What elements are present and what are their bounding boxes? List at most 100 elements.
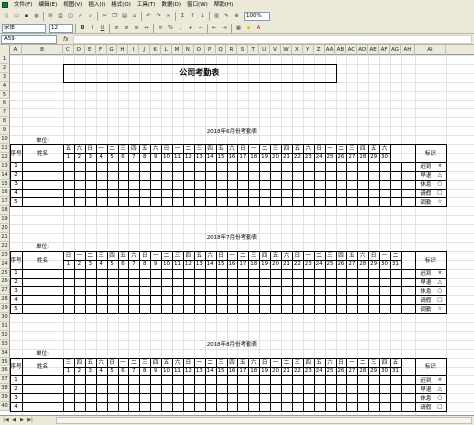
menu-item-6[interactable]: 数据(D) bbox=[162, 0, 182, 10]
column-header-h[interactable]: H bbox=[118, 45, 129, 55]
column-header-v[interactable]: V bbox=[270, 45, 281, 55]
save-icon[interactable]: ▪ bbox=[22, 12, 31, 21]
column-header-z[interactable]: Z bbox=[314, 45, 325, 55]
sort-ascending-icon[interactable]: ↑ bbox=[188, 12, 197, 21]
row-header-20[interactable]: 20 bbox=[0, 224, 10, 233]
row-header-8[interactable]: 8 bbox=[0, 117, 10, 127]
print-icon[interactable]: ⎙ bbox=[56, 12, 65, 21]
column-header-i[interactable]: I bbox=[128, 45, 140, 55]
column-header-x[interactable]: X bbox=[292, 45, 303, 55]
row-header-18[interactable]: 18 bbox=[0, 206, 10, 216]
currency-icon[interactable]: ¤ bbox=[156, 24, 165, 33]
column-header-g[interactable]: G bbox=[107, 45, 118, 55]
decrease-decimal-icon[interactable]: − bbox=[196, 24, 205, 33]
underline-icon[interactable]: U bbox=[98, 24, 107, 33]
menu-item-0[interactable]: 文件(F) bbox=[14, 0, 32, 10]
column-header-l[interactable]: L bbox=[161, 45, 172, 55]
column-header-f[interactable]: F bbox=[96, 45, 107, 55]
spelling-icon[interactable]: ✓ bbox=[76, 12, 85, 21]
column-header-af[interactable]: AF bbox=[379, 45, 390, 55]
row-header-40[interactable]: 40 bbox=[0, 402, 10, 411]
column-header-j[interactable]: J bbox=[139, 45, 151, 55]
column-header-aa[interactable]: AA bbox=[325, 45, 336, 55]
permission-icon[interactable]: ◍ bbox=[32, 12, 41, 21]
autosum-icon[interactable]: Σ bbox=[178, 12, 187, 21]
row-header-37[interactable]: 37 bbox=[0, 375, 10, 385]
decrease-indent-icon[interactable]: ⇤ bbox=[210, 24, 219, 33]
column-header-a[interactable]: A bbox=[10, 45, 22, 55]
column-header-k[interactable]: K bbox=[150, 45, 162, 55]
row-header-38[interactable]: 38 bbox=[0, 384, 10, 394]
row-header-33[interactable]: 33 bbox=[0, 339, 10, 349]
open-icon[interactable]: ▭ bbox=[12, 12, 21, 21]
sheet-nav-button-1[interactable]: ◀ bbox=[10, 417, 18, 424]
row-header-39[interactable]: 39 bbox=[0, 393, 10, 403]
column-header-ab[interactable]: AB bbox=[336, 45, 347, 55]
row-header-9[interactable]: 9 bbox=[0, 126, 10, 136]
name-box[interactable]: A59 bbox=[1, 34, 57, 44]
column-header-o[interactable]: O bbox=[194, 45, 205, 55]
menu-item-5[interactable]: 工具(T) bbox=[137, 0, 156, 10]
row-header-23[interactable]: 23 bbox=[0, 250, 10, 260]
new-icon[interactable]: ▯ bbox=[2, 12, 11, 21]
font-name-select[interactable]: 宋体 bbox=[2, 23, 46, 33]
drawing-icon[interactable]: ✎ bbox=[222, 12, 231, 21]
row-header-7[interactable]: 7 bbox=[0, 108, 10, 118]
column-header-n[interactable]: N bbox=[183, 45, 194, 55]
fx-icon[interactable]: fx bbox=[63, 36, 69, 43]
menu-item-3[interactable]: 插入(I) bbox=[88, 0, 105, 10]
font-size-select[interactable]: 12 bbox=[49, 23, 73, 33]
column-header-c[interactable]: C bbox=[63, 45, 74, 55]
column-header-ag[interactable]: AG bbox=[390, 45, 401, 55]
row-header-11[interactable]: 11 bbox=[0, 144, 10, 153]
horizontal-scrollbar[interactable] bbox=[56, 417, 472, 424]
paste-icon[interactable]: ▤ bbox=[120, 12, 129, 21]
redo-icon[interactable]: ↷ bbox=[154, 12, 163, 21]
hyperlink-icon[interactable]: ∞ bbox=[164, 12, 173, 21]
row-header-22[interactable]: 22 bbox=[0, 241, 10, 251]
row-header-10[interactable]: 10 bbox=[0, 135, 10, 144]
column-header-m[interactable]: M bbox=[172, 45, 183, 55]
row-header-6[interactable]: 6 bbox=[0, 99, 10, 109]
row-header-36[interactable]: 36 bbox=[0, 366, 10, 376]
row-header-15[interactable]: 15 bbox=[0, 179, 10, 189]
formula-input[interactable] bbox=[72, 34, 472, 44]
menu-item-7[interactable]: 窗口(W) bbox=[187, 0, 208, 10]
row-header-29[interactable]: 29 bbox=[0, 304, 10, 314]
row-header-28[interactable]: 28 bbox=[0, 295, 10, 305]
row-header-26[interactable]: 26 bbox=[0, 277, 10, 287]
column-header-t[interactable]: T bbox=[248, 45, 260, 55]
row-header-2[interactable]: 2 bbox=[0, 63, 10, 73]
menu-item-4[interactable]: 格式(O) bbox=[111, 0, 131, 10]
column-header-b[interactable]: B bbox=[22, 45, 63, 55]
menu-item-8[interactable]: 帮助(H) bbox=[214, 0, 233, 10]
menu-item-2[interactable]: 视图(V) bbox=[63, 0, 82, 10]
row-header-24[interactable]: 24 bbox=[0, 259, 10, 269]
email-icon[interactable]: ✉ bbox=[46, 12, 55, 21]
fill-color-icon[interactable]: ◆ bbox=[244, 24, 253, 33]
italic-icon[interactable]: I bbox=[88, 24, 97, 33]
row-header-3[interactable]: 3 bbox=[0, 72, 10, 82]
column-header-e[interactable]: E bbox=[85, 45, 96, 55]
column-header-s[interactable]: S bbox=[237, 45, 249, 55]
align-left-icon[interactable]: ≡ bbox=[112, 24, 121, 33]
row-header-27[interactable]: 27 bbox=[0, 286, 10, 296]
column-header-ai[interactable]: AI bbox=[415, 45, 446, 55]
bold-icon[interactable]: B bbox=[78, 24, 87, 33]
row-header-4[interactable]: 4 bbox=[0, 81, 10, 91]
align-center-icon[interactable]: ≡ bbox=[122, 24, 131, 33]
column-header-d[interactable]: D bbox=[74, 45, 85, 55]
chart-wizard-icon[interactable]: ▥ bbox=[212, 12, 221, 21]
sort-descending-icon[interactable]: ↓ bbox=[198, 12, 207, 21]
column-header-ah[interactable]: AH bbox=[401, 45, 415, 55]
row-header-35[interactable]: 35 bbox=[0, 357, 10, 367]
row-header-30[interactable]: 30 bbox=[0, 313, 10, 322]
row-header-21[interactable]: 21 bbox=[0, 233, 10, 242]
column-header-r[interactable]: R bbox=[227, 45, 238, 55]
row-header-5[interactable]: 5 bbox=[0, 90, 10, 100]
zoom-select[interactable]: 100% bbox=[244, 11, 270, 21]
row-header-25[interactable]: 25 bbox=[0, 268, 10, 278]
row-header-16[interactable]: 16 bbox=[0, 188, 10, 198]
font-color-icon[interactable]: A bbox=[254, 24, 263, 33]
borders-icon[interactable]: ▦ bbox=[234, 24, 243, 33]
